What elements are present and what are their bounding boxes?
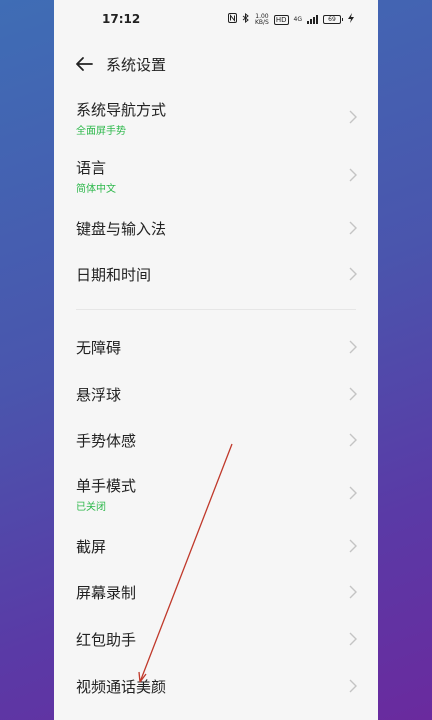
settings-item-title: 红包助手 xyxy=(76,631,137,649)
settings-item-keyboard[interactable]: 键盘与输入法 xyxy=(54,210,378,246)
page-title: 系统设置 xyxy=(106,56,167,74)
chevron-right-icon xyxy=(349,221,357,235)
status-icons: 1.00 KB/S HD 4G 69 xyxy=(227,12,354,26)
settings-item-video-call-beauty[interactable]: 视频通话美颜 xyxy=(54,668,378,704)
chevron-right-icon xyxy=(349,110,357,124)
settings-item-title: 视频通话美颜 xyxy=(76,678,167,696)
settings-item-red-packet-assistant[interactable]: 红包助手 xyxy=(54,621,378,657)
settings-item-title: 悬浮球 xyxy=(76,386,122,404)
settings-item-screenshot[interactable]: 截屏 xyxy=(54,528,378,564)
settings-item-title: 系统导航方式 xyxy=(76,101,167,119)
chevron-right-icon xyxy=(349,585,357,599)
battery-level: 69 xyxy=(323,15,341,24)
net-speed: 1.00 KB/S xyxy=(254,13,269,26)
settings-item-title: 手势体感 xyxy=(76,432,137,450)
arrow-left-icon[interactable] xyxy=(72,52,96,76)
nfc-icon xyxy=(227,13,237,26)
settings-item-subtitle: 简体中文 xyxy=(76,184,116,195)
settings-item-subtitle: 已关闭 xyxy=(76,502,106,513)
settings-item-language[interactable]: 语言 简体中文 xyxy=(54,150,378,200)
settings-item-gestures[interactable]: 手势体感 xyxy=(54,422,378,458)
settings-item-date-time[interactable]: 日期和时间 xyxy=(54,256,378,292)
settings-item-subtitle: 全面屏手势 xyxy=(76,126,126,137)
signal-label: 4G xyxy=(293,16,302,23)
status-time: 17:12 xyxy=(102,12,141,26)
battery-icon: 69 xyxy=(323,15,343,24)
chevron-right-icon xyxy=(349,168,357,182)
status-bar: 17:12 1.00 KB/S HD 4G 69 xyxy=(54,0,378,40)
settings-item-floating-ball[interactable]: 悬浮球 xyxy=(54,376,378,412)
net-speed-unit: KB/S xyxy=(254,18,269,26)
chevron-right-icon xyxy=(349,433,357,447)
chevron-right-icon xyxy=(349,340,357,354)
chevron-right-icon xyxy=(349,539,357,553)
hd-badge: HD xyxy=(273,14,289,25)
settings-item-title: 无障碍 xyxy=(76,339,122,357)
settings-item-title: 截屏 xyxy=(76,538,107,556)
phone-screen: 17:12 1.00 KB/S HD 4G 69 系统设置 系统导航方式 全面屏… xyxy=(54,0,378,720)
settings-item-title: 键盘与输入法 xyxy=(76,220,167,238)
chevron-right-icon xyxy=(349,632,357,646)
header: 系统设置 xyxy=(54,44,378,84)
settings-item-title: 日期和时间 xyxy=(76,266,152,284)
settings-item-title: 屏幕录制 xyxy=(76,584,137,602)
bluetooth-icon xyxy=(242,12,250,26)
settings-item-title: 单手模式 xyxy=(76,477,137,495)
chevron-right-icon xyxy=(349,267,357,281)
chevron-right-icon xyxy=(349,387,357,401)
chevron-right-icon xyxy=(349,486,357,500)
settings-item-accessibility[interactable]: 无障碍 xyxy=(54,329,378,365)
settings-item-navigation[interactable]: 系统导航方式 全面屏手势 xyxy=(54,92,378,142)
settings-item-screen-recording[interactable]: 屏幕录制 xyxy=(54,574,378,610)
settings-item-title: 语言 xyxy=(76,159,107,177)
charging-icon xyxy=(348,13,354,26)
settings-item-one-hand-mode[interactable]: 单手模式 已关闭 xyxy=(54,468,378,518)
signal-icon xyxy=(307,15,318,24)
divider xyxy=(76,309,356,310)
chevron-right-icon xyxy=(349,679,357,693)
